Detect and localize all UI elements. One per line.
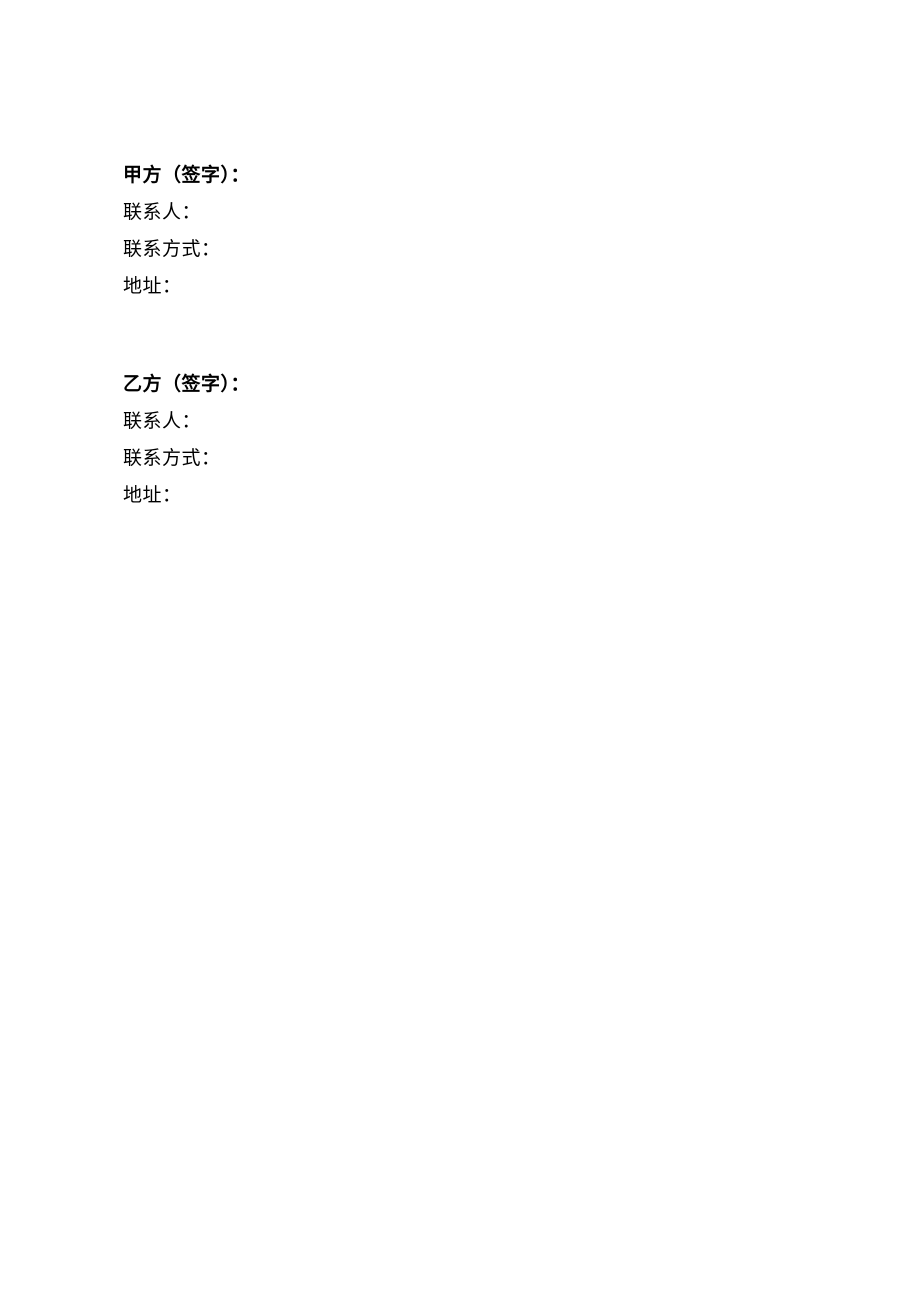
party-a-signature-block: 甲方（签字）： 联系人： 联系方式： 地址：: [123, 158, 797, 305]
party-b-address-label: 地址：: [123, 477, 797, 514]
party-a-contact-label: 联系人：: [123, 194, 797, 231]
party-a-signature-header: 甲方（签字）：: [123, 158, 797, 194]
party-a-address-label: 地址：: [123, 268, 797, 305]
party-b-contact-label: 联系人：: [123, 403, 797, 440]
party-a-contact-method-label: 联系方式：: [123, 231, 797, 268]
party-b-signature-block: 乙方（签字）： 联系人： 联系方式： 地址：: [123, 367, 797, 514]
party-b-contact-method-label: 联系方式：: [123, 440, 797, 477]
party-b-signature-header: 乙方（签字）：: [123, 367, 797, 403]
